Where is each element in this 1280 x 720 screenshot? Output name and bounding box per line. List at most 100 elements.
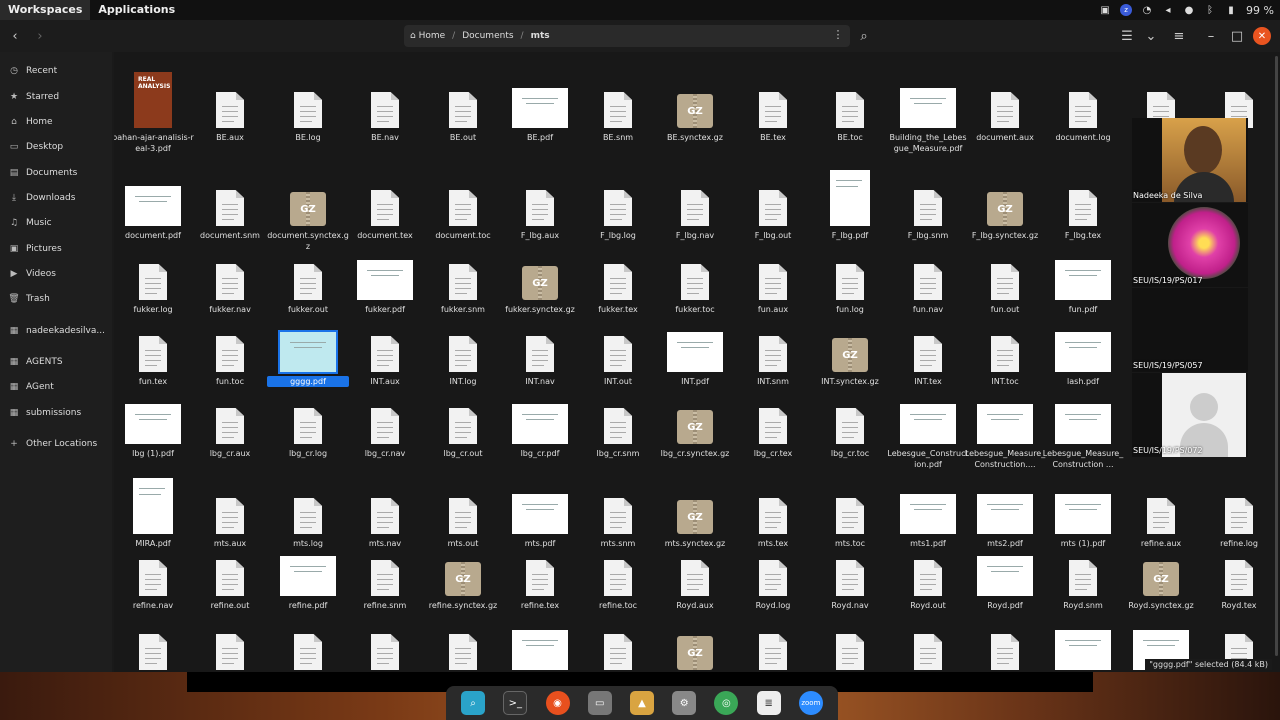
screen-share-icon[interactable]: ▣: [1099, 4, 1111, 16]
file-name: F_lbg.nav: [675, 231, 715, 240]
file-name: BE.nav: [371, 133, 399, 142]
breadcrumb-home[interactable]: ⌂ Home: [404, 31, 452, 41]
participant-tile[interactable]: Nadeeka de Silva: [1132, 118, 1248, 202]
back-button[interactable]: ‹: [4, 25, 26, 47]
file-name: lbg_cr.aux: [209, 449, 251, 458]
sidebar-item-music[interactable]: ♫ Music: [0, 213, 112, 233]
text-file-icon: [891, 322, 965, 372]
sidebar-item-submissions[interactable]: ▦ submissions: [0, 403, 112, 423]
menu-button[interactable]: ≡: [1168, 25, 1190, 47]
pdf-thumbnail: [1046, 620, 1120, 670]
volume-icon[interactable]: ◂: [1162, 4, 1174, 16]
wifi-icon[interactable]: ◔: [1141, 4, 1153, 16]
text-file-icon: [581, 394, 655, 444]
text-file-icon: [658, 250, 732, 300]
sidebar-item-desktop[interactable]: ▭ Desktop: [0, 137, 112, 157]
text-file-icon: [193, 620, 267, 670]
pdf-thumbnail: [968, 484, 1042, 534]
workspaces-button[interactable]: Workspaces: [0, 0, 91, 20]
desktop-background: ⌕ >_ ◉ ▭ ▲ ⚙ ◎ ≣ zoom: [0, 672, 1280, 720]
file-name: fun.pdf: [1068, 305, 1098, 314]
battery-level: 99 %: [1246, 3, 1274, 17]
text-file-icon: [736, 484, 810, 534]
text-file-icon: [348, 394, 422, 444]
trash-icon: 🗑: [8, 294, 20, 304]
file-name: INT.log: [449, 377, 477, 386]
participant-name: Nadeeka de Silva: [1133, 191, 1203, 200]
folder-icon: ▦: [9, 382, 19, 392]
text-file-icon: [1046, 78, 1120, 128]
desktop-icon: ▭: [9, 142, 19, 152]
applications-button[interactable]: Applications: [90, 0, 183, 20]
picture-icon: ▣: [9, 244, 19, 254]
file-name: INT.aux: [370, 377, 400, 386]
battery-icon[interactable]: ▮: [1225, 4, 1237, 16]
microphone-icon[interactable]: ●: [1183, 4, 1195, 16]
text-file-icon: [348, 620, 422, 670]
file-name: fukker.out: [288, 305, 328, 314]
pdf-thumbnail: [1046, 322, 1120, 372]
participant-tile[interactable]: SEU/IS/19/PS/017: [1132, 203, 1248, 287]
sidebar-item-documents[interactable]: ▤ Documents: [0, 163, 112, 183]
participant-tile[interactable]: SEU/IS/19/PS/057: [1132, 288, 1248, 372]
breadcrumb-documents[interactable]: Documents: [455, 31, 520, 41]
chrome-icon[interactable]: ◎: [714, 691, 739, 715]
sidebar-item-recent[interactable]: ◷ Recent: [0, 61, 112, 81]
participant-tile[interactable]: SEU/IS/19/PS/072: [1132, 373, 1248, 457]
text-file-icon: [891, 620, 965, 670]
file-name: fukker.synctex.gz: [505, 305, 575, 314]
image-viewer-icon[interactable]: ▲: [629, 691, 654, 715]
sidebar-item-videos[interactable]: ▶ Videos: [0, 264, 112, 284]
text-editor-icon[interactable]: ≣: [756, 691, 781, 715]
sidebar-item-agent[interactable]: ▦ AGent: [0, 377, 112, 397]
text-file-icon: [1202, 546, 1276, 596]
zoom-app-icon[interactable]: zoom: [798, 691, 823, 715]
sidebar-item-trash[interactable]: 🗑 Trash: [0, 289, 112, 309]
file-name: Royd.out: [910, 601, 946, 610]
breadcrumb-mts[interactable]: mts: [524, 31, 557, 41]
forward-button[interactable]: ›: [29, 25, 51, 47]
minimize-button[interactable]: –: [1200, 25, 1222, 47]
sidebar-item-downloads[interactable]: ⤓ Downloads: [0, 188, 112, 208]
text-file-icon: [193, 322, 267, 372]
file-name: Royd.aux: [676, 601, 714, 610]
file-name: BE.aux: [216, 133, 244, 142]
sidebar-item-other-locations[interactable]: + Other Locations: [0, 434, 112, 454]
archive-icon: GZ: [658, 78, 732, 128]
file-name: BE.log: [295, 133, 321, 142]
search-app-icon[interactable]: ⌕: [461, 691, 486, 715]
bluetooth-icon[interactable]: ᛒ: [1204, 4, 1216, 16]
files-icon[interactable]: ▭: [587, 691, 612, 715]
settings-icon[interactable]: ⚙: [672, 691, 697, 715]
pdf-thumbnail: [503, 620, 577, 670]
view-toggle-button[interactable]: ☰: [1116, 25, 1138, 47]
text-file-icon: [581, 620, 655, 670]
pdf-thumbnail: [891, 78, 965, 128]
file-name: fukker.pdf: [365, 305, 405, 314]
archive-icon: GZ: [503, 250, 577, 300]
maximize-button[interactable]: □: [1226, 25, 1248, 47]
sidebar-item-home[interactable]: ⌂ Home: [0, 112, 112, 132]
zoom-icon[interactable]: z: [1120, 4, 1133, 16]
text-file-icon: [193, 394, 267, 444]
terminal-icon[interactable]: >_: [503, 691, 528, 715]
file-name: F_lbg.aux: [520, 231, 560, 240]
text-file-icon: [426, 176, 500, 226]
sidebar-item-nadeekadesilva[interactable]: ▦ nadeekadesilva...: [0, 321, 112, 341]
view-options-button[interactable]: ⌄: [1140, 25, 1162, 47]
path-menu-icon[interactable]: ⋮: [830, 28, 846, 44]
sidebar-item-pictures[interactable]: ▣ Pictures: [0, 239, 112, 259]
text-file-icon: [736, 250, 810, 300]
search-button[interactable]: ⌕: [853, 25, 875, 47]
maximize-icon: □: [1230, 28, 1244, 44]
pdf-thumbnail: [116, 176, 190, 226]
file-name: fun.nav: [912, 305, 944, 314]
close-button[interactable]: ✕: [1253, 27, 1271, 45]
sidebar-item-agents[interactable]: ▦ AGENTS: [0, 352, 112, 372]
text-file-icon: [813, 484, 887, 534]
sidebar-item-starred[interactable]: ★ Starred: [0, 87, 112, 107]
pdf-thumbnail: REAL ANALYSIS: [116, 72, 190, 128]
search-icon: ⌕: [860, 28, 868, 44]
firefox-icon[interactable]: ◉: [545, 691, 570, 715]
text-file-icon: [968, 78, 1042, 128]
